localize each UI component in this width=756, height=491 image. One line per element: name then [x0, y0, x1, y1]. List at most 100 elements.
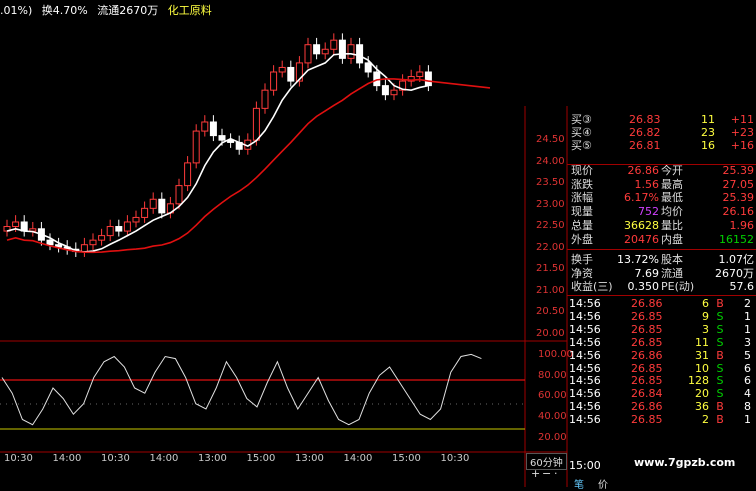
price-tick: 23.00: [536, 198, 565, 210]
candle-body: [46, 239, 54, 246]
candle-body: [115, 226, 123, 232]
quote-info-row: 净资 7.69 流通 2670万: [571, 266, 754, 280]
candle-body: [304, 44, 312, 64]
tick-row: 14:56 26.86 6 B 2: [569, 297, 751, 310]
price-tick: 20.00: [536, 327, 565, 339]
candle-body: [175, 185, 183, 205]
candle-body: [209, 121, 217, 137]
stock-header: .01%) 换4.70% 流通2670万 化工原料: [0, 0, 756, 22]
price-tick: 24.50: [536, 134, 565, 145]
candle-body: [218, 135, 226, 141]
panel-separator: [567, 249, 756, 250]
buy-level-row: 买⑤ 26.81 16 +16: [571, 139, 754, 152]
tick-row: 14:56 26.84 20 S 4: [569, 387, 751, 401]
candle-body: [313, 44, 321, 55]
tick-row: 14:56 26.85 2 B 1: [569, 413, 751, 427]
time-tick: 10:30: [101, 453, 130, 464]
quote-stat-row: 现量 752 均价 26.16: [571, 205, 754, 219]
candle-body: [184, 162, 192, 187]
candle-body: [141, 207, 149, 218]
tick-row: 14:56 26.85 3 S 1: [569, 322, 751, 336]
candle-body: [278, 66, 286, 73]
quote-stat-row: 现价 26.86 今开 25.39: [571, 164, 754, 177]
candle-body: [381, 85, 389, 96]
tick-row: 14:56 26.86 31 B 5: [569, 348, 751, 362]
zoom-out-button[interactable]: −: [542, 467, 551, 480]
time-tick: 10:30: [4, 453, 33, 464]
candle-body: [149, 198, 157, 209]
time-tick: 14:00: [149, 453, 179, 464]
time-tick: 10:30: [440, 453, 470, 464]
price-tick: 23.50: [536, 177, 565, 188]
osc-tick: 20.00: [538, 431, 567, 443]
candlestick-series: [3, 33, 432, 257]
tick-row: 14:56 26.85 10 S 6: [569, 361, 751, 375]
ma-red-line: [6, 78, 491, 254]
candle-body: [287, 66, 295, 82]
candle-body: [364, 62, 372, 73]
buy-level-row: 买④ 26.82 23 +23: [571, 126, 754, 139]
candle-body: [321, 48, 329, 55]
tab-ticks[interactable]: 笔: [574, 476, 584, 491]
panel-separator: [567, 164, 756, 165]
time-tick: 14:00: [343, 453, 373, 464]
time-tick: 15:00: [246, 453, 276, 464]
candle-body: [192, 130, 200, 164]
tab-price[interactable]: 价: [598, 476, 608, 491]
candle-body: [123, 221, 131, 232]
buy-level-row: 买③ 26.83 11 +11: [571, 113, 754, 126]
candle-body: [347, 44, 355, 59]
quote-stat-row: 涨幅 6.17% 最低 25.39: [571, 191, 754, 205]
time-tick: 13:00: [295, 453, 324, 464]
last-tick-time: 15:00: [569, 459, 601, 472]
turnover: 换4.70%: [41, 4, 88, 17]
candle-body: [80, 244, 88, 253]
price-tick: 21.00: [536, 284, 565, 296]
candle-body: [330, 39, 338, 50]
time-tick: 14:00: [52, 453, 82, 464]
price-tick: 21.50: [536, 263, 565, 274]
quote-stat-row: 总量 36628 量比 1.96: [571, 218, 754, 232]
candle-body: [106, 226, 114, 237]
candle-body: [158, 198, 166, 214]
change-pct: .01%): [0, 4, 33, 17]
quote-stat-row: 涨跌 1.56 最高 27.05: [571, 177, 754, 191]
candle-body: [261, 89, 269, 109]
candle-body: [252, 107, 260, 141]
osc-tick: 80.00: [538, 369, 567, 381]
price-tick: 22.50: [536, 220, 565, 231]
osc-tick: 40.00: [538, 411, 567, 423]
price-tick: 20.50: [536, 306, 565, 317]
quote-panel: 买③ 26.83 11 +11 买④ 26.82 23 +23 买⑤ 26.81 16 +16 现价 26…: [567, 106, 756, 466]
panel-separator: [567, 295, 756, 296]
candle-body: [270, 71, 278, 91]
candle-body: [98, 235, 106, 241]
zoom-in-button[interactable]: +: [531, 467, 540, 480]
candle-body: [390, 89, 398, 96]
candle-body: [356, 44, 364, 64]
candle-body: [89, 239, 97, 246]
candle-body: [201, 121, 209, 132]
float-shares: 流通2670万: [97, 4, 159, 17]
candle-body: [132, 216, 140, 223]
watermark: www.7gpzb.com: [634, 456, 736, 469]
ma-white-line: [6, 53, 429, 253]
time-tick: 15:00: [392, 453, 421, 464]
tick-row: 14:56 26.85 11 S 3: [569, 335, 751, 349]
sector-label[interactable]: 化工原料: [168, 4, 212, 17]
tick-row: 14:56 26.86 36 B 8: [569, 400, 751, 414]
quote-info-row: 收益(三) 0.350 PE(动) 57.6: [571, 280, 754, 294]
zoom-reset-button[interactable]: ·: [554, 467, 558, 480]
tick-row: 14:56 26.85 9 S 1: [569, 309, 751, 323]
candle-body: [12, 221, 20, 228]
candle-body: [416, 71, 424, 78]
quote-stat-row: 外盘 20476 内盘 16152: [571, 232, 754, 246]
osc-tick: 60.00: [538, 390, 567, 402]
candle-body: [373, 71, 381, 87]
time-tick: 13:00: [198, 453, 227, 464]
price-tick: 22.00: [536, 241, 565, 253]
candle-body: [424, 71, 432, 87]
price-tick: 24.00: [536, 155, 565, 167]
oscillator-line: [1, 353, 482, 426]
tick-row: 14:56 26.85 128 S 6: [569, 374, 751, 388]
